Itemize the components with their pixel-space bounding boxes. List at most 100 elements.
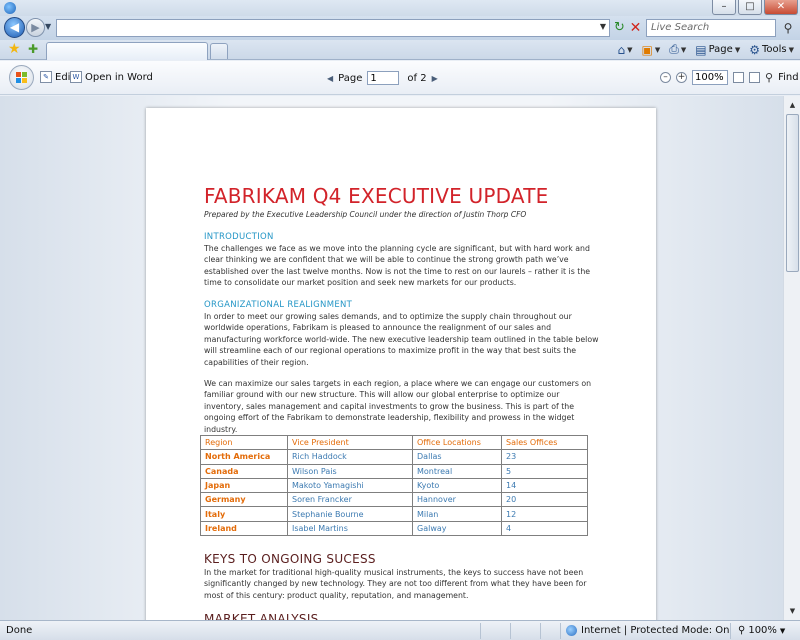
status-text: Done <box>6 625 33 636</box>
table-cell-region: North America <box>200 449 288 465</box>
stop-button[interactable]: ✕ <box>628 19 643 37</box>
home-icon: ⌂ <box>617 42 626 57</box>
document-page: FABRIKAM Q4 EXECUTIVE UPDATE Prepared by… <box>146 108 656 620</box>
section-heading-market: MARKET ANALYSIS <box>204 612 319 620</box>
home-button[interactable]: ⌂ ▼ <box>618 43 633 57</box>
command-bar: ★ ✚ ⌂ ▼ ▣ ▼ ⎙ ▼ ▤ Page ▼ ⚙ Tools ▼ <box>0 40 800 60</box>
table-cell-office: Galway <box>412 520 502 537</box>
table-header-cell: Vice President <box>287 434 413 451</box>
security-zone[interactable]: Internet | Protected Mode: On <box>566 625 729 636</box>
table-row: Germany Soren Francker Hannover 20 <box>200 492 588 508</box>
refresh-icon: ↻ <box>614 20 625 35</box>
forward-icon: ▶ <box>31 21 40 34</box>
search-button[interactable]: ⚲ <box>778 19 798 37</box>
next-page-icon[interactable]: ▶ <box>432 74 438 83</box>
address-dropdown-icon[interactable]: ▼ <box>600 22 606 31</box>
close-button[interactable]: ✕ <box>764 0 798 15</box>
table-cell-region: Ireland <box>200 520 288 537</box>
find-button[interactable]: Find <box>778 72 799 83</box>
tools-gear-icon: ⚙ <box>749 42 760 57</box>
document-viewport: FABRIKAM Q4 EXECUTIVE UPDATE Prepared by… <box>0 96 783 620</box>
table-cell-office: Dallas <box>412 449 502 465</box>
address-toolbar: ◀ ▶ ▼ ▼ ↻ ✕ Live Search ⚲ <box>0 16 800 40</box>
document-subtitle: Prepared by the Executive Leadership Cou… <box>204 210 527 219</box>
table-cell-sales: 5 <box>501 463 588 479</box>
one-page-view-icon[interactable] <box>733 72 744 83</box>
table-cell-vp: Wilson Pais <box>287 463 413 479</box>
section-heading-introduction: INTRODUCTION <box>204 232 274 242</box>
table-row: Ireland Isabel Martins Galway 4 <box>200 520 588 537</box>
command-buttons: ⌂ ▼ ▣ ▼ ⎙ ▼ ▤ Page ▼ ⚙ Tools ▼ <box>618 42 795 57</box>
table-cell-vp: Makoto Yamagishi <box>287 477 413 494</box>
table-cell-vp: Isabel Martins <box>287 520 413 537</box>
page-menu-button[interactable]: ▤ Page ▼ <box>695 43 740 57</box>
table-header-cell: Office Locations <box>412 434 502 451</box>
back-icon: ◀ <box>9 20 20 34</box>
scroll-up-icon[interactable]: ▲ <box>786 98 799 112</box>
recent-pages-dropdown[interactable]: ▼ <box>45 22 51 31</box>
section-body-keys: In the market for traditional high-quali… <box>204 568 587 600</box>
table-cell-vp: Stephanie Bourne <box>287 506 413 522</box>
table-cell-sales: 23 <box>501 449 588 465</box>
table-cell-office: Montreal <box>412 463 502 479</box>
scroll-down-icon[interactable]: ▼ <box>786 604 799 618</box>
table-cell-sales: 4 <box>501 520 588 537</box>
two-page-view-icon[interactable] <box>749 72 760 83</box>
table-cell-region: Germany <box>200 492 288 508</box>
feeds-icon: ▣ <box>641 42 653 57</box>
browser-tab[interactable] <box>46 42 208 60</box>
table-cell-sales: 20 <box>501 492 588 508</box>
table-cell-office: Milan <box>412 506 502 522</box>
document-viewer-toolbar: ✎ Edit W Open in Word ◀ Page of 2 ▶ – + … <box>0 61 800 95</box>
section-heading-keys: KEYS TO ONGOING SUCESS <box>204 552 376 566</box>
print-icon: ⎙ <box>669 42 679 56</box>
vertical-scrollbar[interactable]: ▲ ▼ <box>783 96 800 620</box>
back-button[interactable]: ◀ <box>4 17 25 38</box>
table-cell-vp: Soren Francker <box>287 492 413 508</box>
section-body-realignment-2: We can maximize our sales targets in eac… <box>204 379 592 434</box>
table-cell-sales: 12 <box>501 506 588 522</box>
maximize-button[interactable]: □ <box>738 0 762 15</box>
zoom-in-icon[interactable]: + <box>676 72 687 83</box>
table-cell-region: Canada <box>200 463 288 479</box>
page-navigator: ◀ Page of 2 ▶ <box>327 71 438 85</box>
table-cell-sales: 14 <box>501 477 588 494</box>
status-zoom-button[interactable]: ⚲ 100% ▼ <box>738 625 785 636</box>
zoom-out-icon[interactable]: – <box>660 72 671 83</box>
table-header-cell: Region <box>200 434 288 451</box>
table-header-row: Region Vice President Office Locations S… <box>200 434 588 451</box>
table-cell-region: Italy <box>200 506 288 522</box>
previous-page-icon[interactable]: ◀ <box>327 74 333 83</box>
zoom-input[interactable] <box>692 70 728 85</box>
new-tab-button[interactable] <box>210 43 228 59</box>
address-bar[interactable]: ▼ <box>56 19 610 37</box>
scroll-thumb[interactable] <box>786 114 799 272</box>
favorites-star-icon[interactable]: ★ <box>8 41 21 57</box>
find-icon: ⚲ <box>765 71 774 84</box>
table-header-cell: Sales Offices <box>501 434 588 451</box>
refresh-button[interactable]: ↻ <box>612 19 627 37</box>
tools-menu-button[interactable]: ⚙ Tools ▼ <box>749 43 794 57</box>
minimize-button[interactable]: – <box>712 0 736 15</box>
office-button[interactable] <box>9 65 34 90</box>
feeds-button[interactable]: ▣ ▼ <box>642 43 661 57</box>
table-row: North America Rich Haddock Dallas 23 <box>200 449 588 465</box>
print-button[interactable]: ⎙ ▼ <box>669 42 686 57</box>
forward-button[interactable]: ▶ <box>26 18 45 37</box>
word-icon: W <box>70 71 82 83</box>
office-button-icon <box>16 72 27 83</box>
regional-leadership-table: Region Vice President Office Locations S… <box>200 434 588 537</box>
add-favorites-icon[interactable]: ✚ <box>28 42 38 56</box>
search-input[interactable]: Live Search <box>646 19 776 37</box>
globe-icon <box>566 625 577 636</box>
page-number-input[interactable] <box>367 71 400 85</box>
open-in-word-button[interactable]: W Open in Word <box>70 71 153 83</box>
document-title: FABRIKAM Q4 EXECUTIVE UPDATE <box>204 184 549 208</box>
zoom-controls: – + ⚲ Find <box>660 70 799 85</box>
section-body-realignment: In order to meet our growing sales deman… <box>204 312 599 367</box>
table-row: Canada Wilson Pais Montreal 5 <box>200 463 588 479</box>
edit-icon: ✎ <box>40 71 52 83</box>
window-controls: – □ ✕ <box>712 0 798 16</box>
window-title-bar: – □ ✕ <box>0 0 800 16</box>
search-icon: ⚲ <box>783 21 793 35</box>
